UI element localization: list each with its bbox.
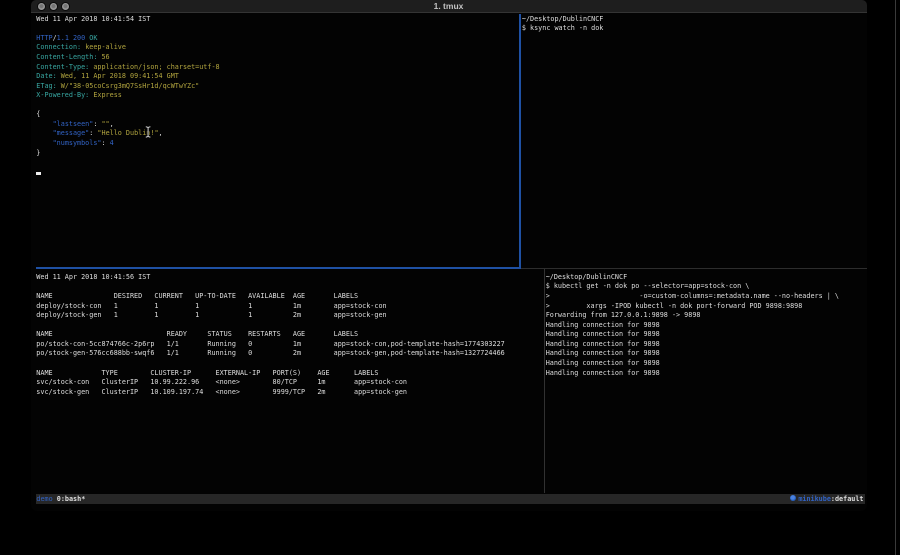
helm-icon [790, 495, 796, 501]
mouse-ibeam-cursor [145, 126, 152, 138]
terminal-window: 1. tmux Wed 11 Apr 2018 10:41:54 IST HTT… [31, 0, 867, 511]
screen-edge-line [895, 0, 896, 555]
tmux-status-right: minikube:default [790, 494, 863, 504]
pane-port-forward[interactable]: ~/Desktop/DublinCNCF $ kubectl get -n do… [546, 273, 839, 378]
pane-border-vertical[interactable] [544, 269, 545, 493]
tmux-status-left: demo 0:bash* [36, 494, 85, 504]
kube-namespace: :default [831, 495, 864, 503]
active-pane-border-horizontal[interactable] [36, 267, 521, 269]
pane-border-horizontal[interactable] [521, 268, 867, 269]
pane-http-response[interactable]: Wed 11 Apr 2018 10:41:54 IST HTTP/1.1 20… [36, 15, 219, 158]
window-name[interactable]: 0:bash* [57, 495, 86, 503]
active-pane-border-vertical[interactable] [519, 14, 521, 269]
tmux-status-bar: demo 0:bash* minikube:default [36, 494, 865, 504]
kube-context: minikube [798, 495, 831, 503]
pane-ksync[interactable]: ~/Desktop/DublinCNCF $ ksync watch -n do… [522, 15, 603, 34]
pane-kubectl-watch[interactable]: Wed 11 Apr 2018 10:41:56 IST NAME DESIRE… [36, 273, 504, 397]
window-title: 1. tmux [31, 0, 867, 13]
screen: { "window": { "title": "1. tmux", "traff… [0, 0, 900, 555]
session-name: demo [36, 495, 52, 503]
terminal-cursor [36, 172, 41, 175]
window-titlebar[interactable]: 1. tmux [31, 0, 867, 13]
